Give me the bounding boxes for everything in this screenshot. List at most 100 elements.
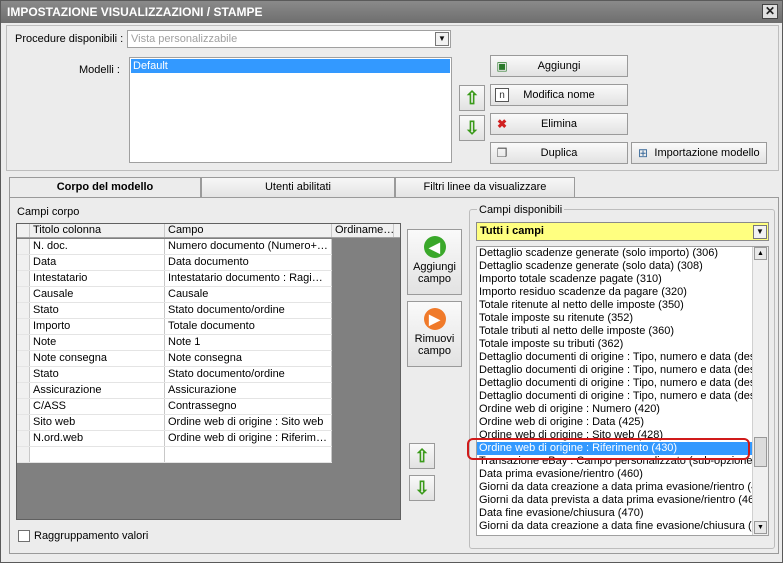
cell-campo[interactable]: Note consegna [165, 351, 332, 366]
row-indicator[interactable] [17, 335, 30, 350]
cell-titolo[interactable]: Assicurazione [30, 383, 165, 398]
table-row[interactable]: C/ASS Contrassegno [17, 399, 332, 415]
cell-campo[interactable]: Note 1 [165, 335, 332, 350]
modifica-nome-button[interactable]: n Modifica nome [490, 84, 628, 106]
cell-titolo[interactable]: C/ASS [30, 399, 165, 414]
close-button[interactable]: ✕ [762, 4, 778, 19]
cell-campo[interactable]: Stato documento/ordine [165, 367, 332, 382]
list-item[interactable]: Importo totale scadenze pagate (310) [477, 273, 753, 286]
table-row[interactable]: Note Note 1 [17, 335, 332, 351]
list-item[interactable]: Totale ritenute al netto delle imposte (… [477, 299, 753, 312]
list-item[interactable]: Dettaglio scadenze generate (solo data) … [477, 260, 753, 273]
cell-campo[interactable]: Totale documento [165, 319, 332, 334]
cell-campo[interactable]: Stato documento/ordine [165, 303, 332, 318]
list-item[interactable]: Giorni da data creazione a data prima ev… [477, 481, 753, 494]
list-item[interactable]: Dettaglio documenti di origine : Tipo, n… [477, 377, 753, 390]
cell-campo[interactable] [165, 447, 332, 462]
cell-campo[interactable]: Ordine web di origine : Riferim… [165, 431, 332, 446]
header-ordinamento[interactable]: Ordiname… [332, 224, 394, 237]
list-item[interactable]: Totale imposte su tributi (362) [477, 338, 753, 351]
list-item[interactable]: Data fine evasione/chiusura (470) [477, 507, 753, 520]
cell-titolo[interactable]: Stato [30, 367, 165, 382]
table-row[interactable]: Note consegna Note consegna [17, 351, 332, 367]
table-row[interactable]: Causale Causale [17, 287, 332, 303]
rimuovi-campo-button[interactable]: ▶ Rimuovi campo [407, 301, 462, 367]
row-indicator[interactable] [17, 431, 30, 446]
raggruppamento-checkbox[interactable] [18, 530, 30, 542]
cell-titolo[interactable]: N.ord.web [30, 431, 165, 446]
elimina-button[interactable]: ✖ Elimina [490, 113, 628, 135]
cell-titolo[interactable]: Importo [30, 319, 165, 334]
move-down-button[interactable]: ⇩ [459, 115, 485, 141]
tab-utenti[interactable]: Utenti abilitati [201, 177, 395, 197]
scroll-thumb[interactable] [754, 437, 767, 467]
cell-campo[interactable]: Ordine web di origine : Sito web [165, 415, 332, 430]
row-indicator[interactable] [17, 447, 30, 462]
table-row[interactable]: Sito web Ordine web di origine : Sito web [17, 415, 332, 431]
cell-titolo[interactable]: Intestatario [30, 271, 165, 286]
cell-titolo[interactable]: Note consegna [30, 351, 165, 366]
scrollbar[interactable]: ▲ ▼ [752, 247, 768, 535]
cell-titolo[interactable]: Stato [30, 303, 165, 318]
cell-campo[interactable]: Data documento [165, 255, 332, 270]
row-indicator[interactable] [17, 367, 30, 382]
cell-campo[interactable]: Assicurazione [165, 383, 332, 398]
row-indicator[interactable] [17, 239, 30, 254]
list-item[interactable]: Giorni da data prevista a data prima eva… [477, 494, 753, 507]
row-indicator[interactable] [17, 287, 30, 302]
campi-disponibili-list[interactable]: Dettaglio scadenze generate (solo import… [476, 246, 769, 536]
aggiungi-button[interactable]: ▣ Aggiungi [490, 55, 628, 77]
modelli-list[interactable]: Default [129, 57, 452, 163]
filter-select[interactable]: Tutti i campi ▼ [476, 222, 769, 241]
table-row[interactable]: Stato Stato documento/ordine [17, 367, 332, 383]
move-up-button[interactable]: ⇧ [459, 85, 485, 111]
list-item[interactable]: Dettaglio documenti di origine : Tipo, n… [477, 351, 753, 364]
cell-titolo[interactable]: Note [30, 335, 165, 350]
list-item[interactable]: Dettaglio documenti di origine : Tipo, n… [477, 390, 753, 403]
cell-campo[interactable]: Causale [165, 287, 332, 302]
cell-campo[interactable]: Contrassegno [165, 399, 332, 414]
cell-titolo[interactable]: N. doc. [30, 239, 165, 254]
table-row[interactable]: Importo Totale documento [17, 319, 332, 335]
header-titolo[interactable]: Titolo colonna [30, 224, 165, 237]
row-indicator[interactable] [17, 383, 30, 398]
field-down-button[interactable]: ⇩ [409, 475, 435, 501]
row-indicator[interactable] [17, 319, 30, 334]
row-indicator[interactable] [17, 351, 30, 366]
chevron-down-icon[interactable]: ▼ [753, 225, 767, 239]
list-item[interactable]: Ordine web di origine : Data (425) [477, 416, 753, 429]
list-item[interactable]: Data prima evasione/rientro (460) [477, 468, 753, 481]
header-campo[interactable]: Campo [165, 224, 332, 237]
cell-titolo[interactable]: Causale [30, 287, 165, 302]
table-row[interactable]: Intestatario Intestatario documento : Rag… [17, 271, 332, 287]
field-up-button[interactable]: ⇧ [409, 443, 435, 469]
chevron-down-icon[interactable]: ▼ [435, 32, 449, 46]
scroll-up-icon[interactable]: ▲ [754, 247, 767, 260]
table-row[interactable]: Data Data documento [17, 255, 332, 271]
row-indicator[interactable] [17, 255, 30, 270]
table-row[interactable]: Stato Stato documento/ordine [17, 303, 332, 319]
tab-filtri[interactable]: Filtri linee da visualizzare [395, 177, 575, 197]
table-row[interactable]: Assicurazione Assicurazione [17, 383, 332, 399]
list-item[interactable]: Importo residuo scadenze da pagare (320) [477, 286, 753, 299]
campi-corpo-grid[interactable]: Titolo colonna Campo Ordiname… N. doc. Nu… [16, 223, 401, 520]
list-item[interactable]: Totale imposte su ritenute (352) [477, 312, 753, 325]
list-item[interactable]: Dettaglio scadenze generate (solo import… [477, 247, 753, 260]
table-row[interactable] [17, 447, 332, 463]
duplica-button[interactable]: ❐ Duplica [490, 142, 628, 164]
cell-titolo[interactable]: Data [30, 255, 165, 270]
cell-titolo[interactable]: Sito web [30, 415, 165, 430]
aggiungi-campo-button[interactable]: ◀ Aggiungi campo [407, 229, 462, 295]
list-item[interactable]: Dettaglio documenti di origine : Tipo, n… [477, 364, 753, 377]
importazione-button[interactable]: ⊞ Importazione modello [631, 142, 767, 164]
list-item[interactable]: Giorni da data creazione a data fine eva… [477, 520, 753, 533]
cell-campo[interactable]: Numero documento (Numero+… [165, 239, 332, 254]
modelli-item-default[interactable]: Default [131, 59, 450, 73]
cell-campo[interactable]: Intestatario documento : Ragi… [165, 271, 332, 286]
row-indicator[interactable] [17, 271, 30, 286]
row-indicator[interactable] [17, 303, 30, 318]
row-indicator[interactable] [17, 415, 30, 430]
list-item[interactable]: Totale tributi al netto delle imposte (3… [477, 325, 753, 338]
list-item[interactable]: Ordine web di origine : Numero (420) [477, 403, 753, 416]
table-row[interactable]: N. doc. Numero documento (Numero+… [17, 239, 332, 255]
